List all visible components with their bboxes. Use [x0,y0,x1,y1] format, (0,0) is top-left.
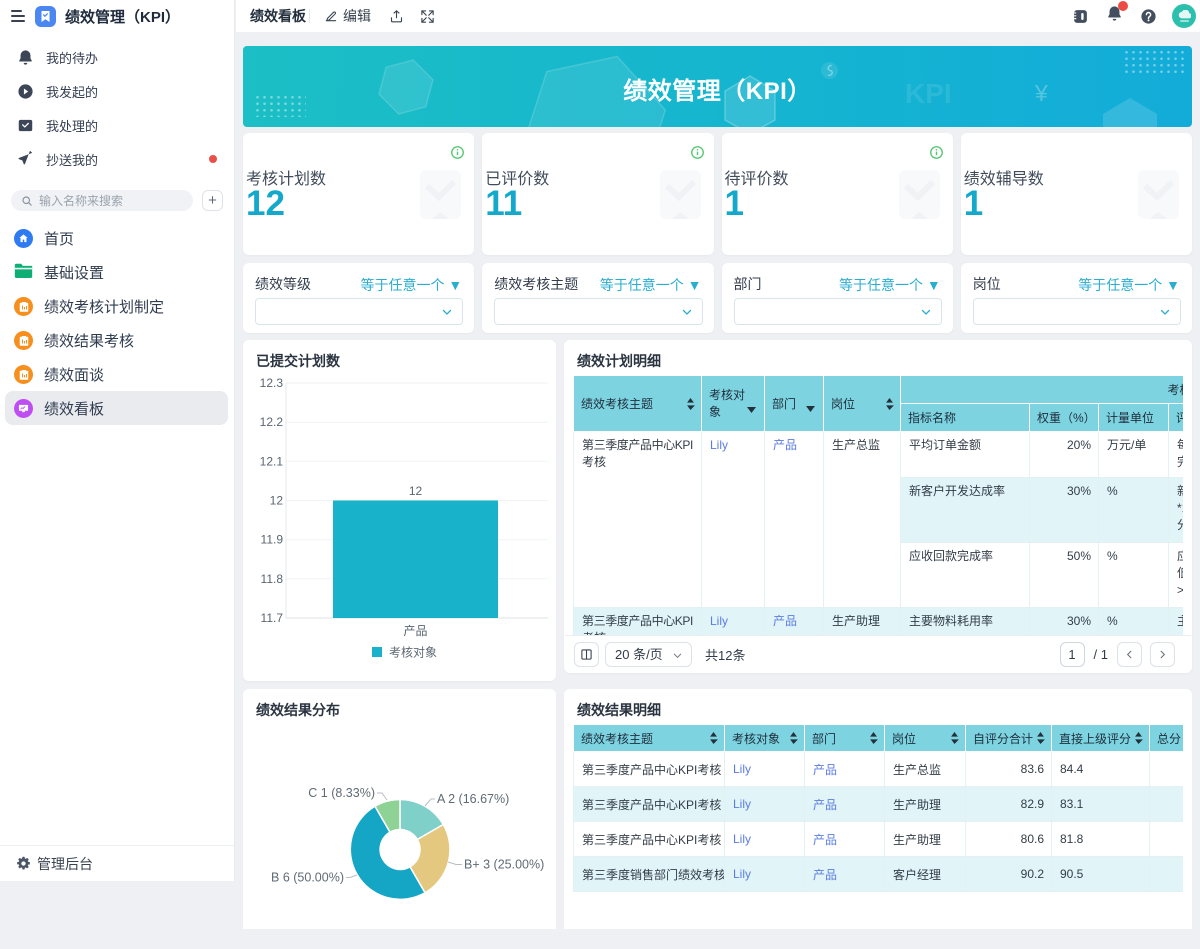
svg-text:12.1: 12.1 [260,454,284,468]
svg-text:11.8: 11.8 [261,572,284,586]
svg-text:12: 12 [270,494,284,508]
svg-text:12.3: 12.3 [260,376,284,390]
svg-text:12: 12 [409,484,423,498]
svg-text:12.2: 12.2 [260,415,284,429]
svg-text:B+ 3 (25.00%): B+ 3 (25.00%) [464,858,544,872]
svg-text:C 1 (8.33%): C 1 (8.33%) [308,786,375,800]
svg-text:产品: 产品 [403,624,427,638]
svg-text:A 2 (16.67%): A 2 (16.67%) [437,792,509,806]
svg-text:考核对象: 考核对象 [389,646,437,660]
svg-text:B 6 (50.00%): B 6 (50.00%) [271,871,344,885]
svg-text:11.7: 11.7 [261,611,284,625]
svg-text:11.9: 11.9 [261,533,284,547]
